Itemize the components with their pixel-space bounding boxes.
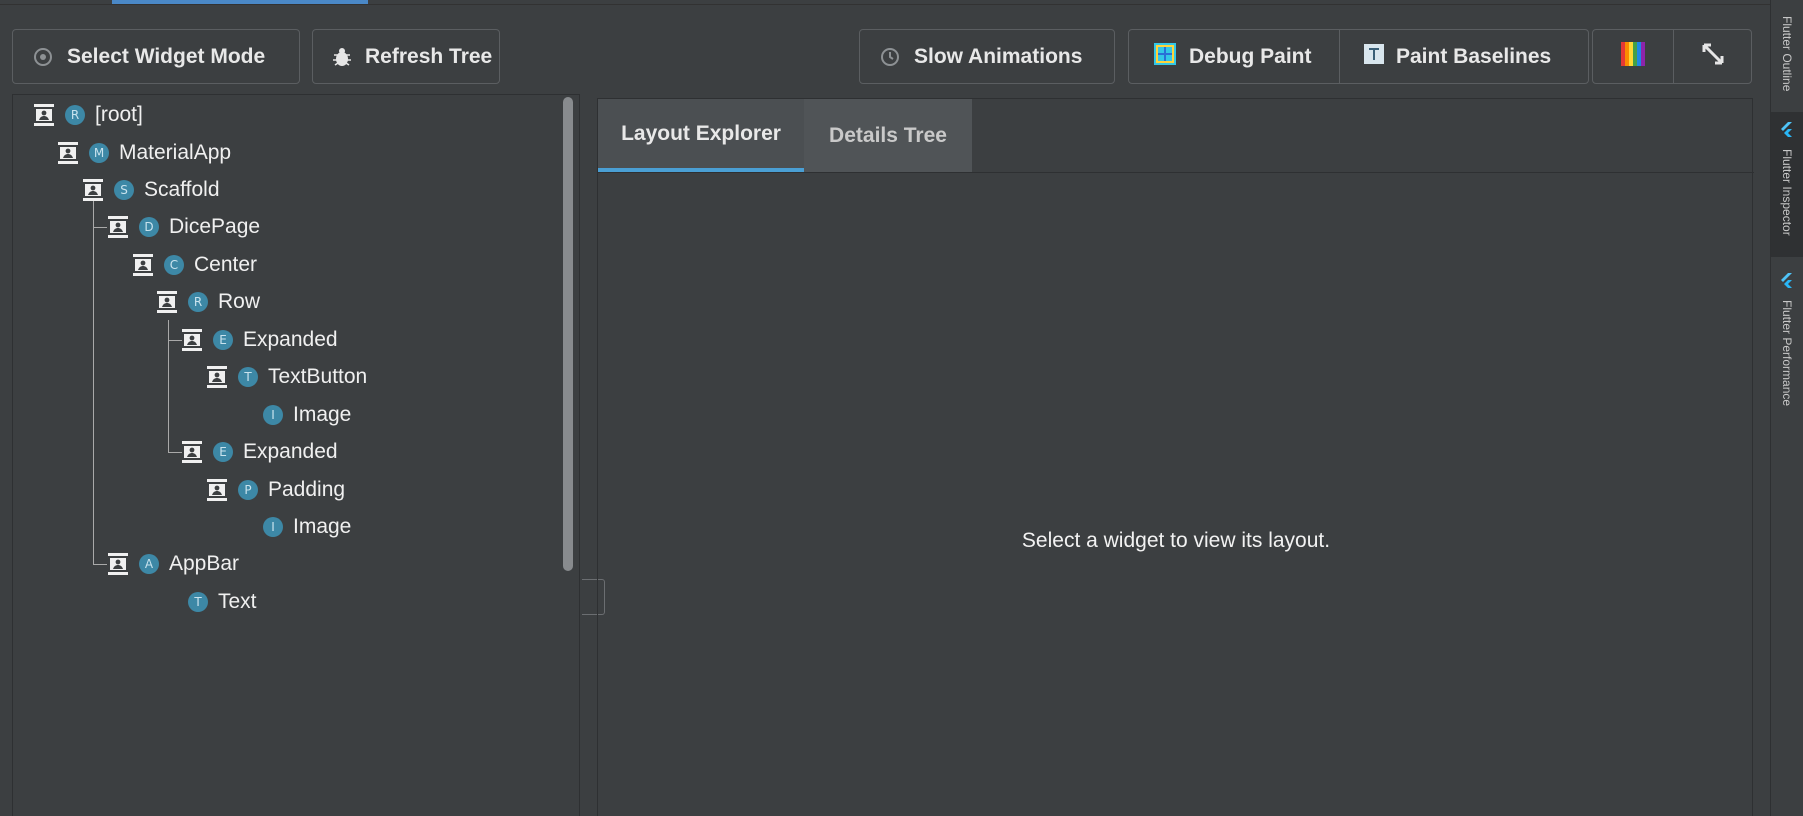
select-widget-mode-button[interactable]: Select Widget Mode — [12, 29, 300, 84]
tree-connector — [168, 340, 182, 341]
widget-type-badge: S — [114, 180, 134, 200]
widget-icon — [82, 178, 104, 202]
flutter-icon — [1780, 273, 1794, 294]
details-tab-bar: Layout Explorer Details Tree — [598, 99, 1754, 173]
tree-node[interactable]: R Row — [156, 287, 260, 317]
widget-type-badge: E — [213, 442, 233, 462]
panel-splitter[interactable] — [581, 94, 605, 816]
slow-animations-label: Slow Animations — [914, 44, 1083, 68]
side-tab-flutter-outline[interactable]: Flutter Outline — [1771, 10, 1803, 91]
refresh-tree-button[interactable]: Refresh Tree — [312, 29, 500, 84]
widget-icon — [107, 215, 129, 239]
tree-node[interactable]: T Text — [188, 587, 257, 617]
tree-node[interactable]: E Expanded — [181, 437, 338, 467]
tree-node[interactable]: S Scaffold — [82, 175, 220, 205]
widget-icon — [181, 440, 203, 464]
side-tab-label: Flutter Performance — [1780, 300, 1794, 407]
tree-connector — [168, 452, 182, 453]
paint-toggle-group: Debug Paint Paint Baselines — [1128, 29, 1589, 84]
widget-icon — [156, 290, 178, 314]
tree-node[interactable]: E Expanded — [181, 325, 338, 355]
layout-empty-message: Select a widget to view its layout. — [1021, 529, 1331, 552]
tree-node-label: MaterialApp — [119, 141, 232, 164]
rainbow-icon — [1621, 41, 1645, 72]
widget-icon — [132, 253, 154, 277]
widget-type-badge: C — [164, 255, 184, 275]
widget-icon — [181, 328, 203, 352]
tool-window-strip: Flutter Outline Flutter Inspector Flutte… — [1770, 0, 1803, 816]
flutter-icon — [1780, 122, 1794, 143]
tree-node-label: Text — [218, 590, 257, 613]
resize-arrows-icon — [1700, 41, 1726, 73]
tree-connector — [93, 200, 94, 564]
widget-icon — [57, 141, 79, 165]
crosshair-icon — [31, 45, 55, 69]
tree-node-label: [root] — [95, 103, 143, 126]
repaint-rainbow-button[interactable] — [1593, 30, 1673, 83]
paint-baselines-button[interactable]: Paint Baselines — [1339, 30, 1588, 83]
tree-connector — [93, 564, 107, 565]
widget-type-badge: I — [263, 405, 283, 425]
tree-node-label: Image — [293, 515, 352, 538]
widget-icon — [206, 365, 228, 389]
tree-node-label: Scaffold — [144, 178, 220, 201]
tree-node[interactable]: I Image — [263, 400, 351, 430]
tree-node-label: Expanded — [243, 440, 338, 463]
slow-animations-button[interactable]: Slow Animations — [859, 29, 1115, 84]
tree-node[interactable]: C Center — [132, 250, 257, 280]
clock-icon — [878, 45, 902, 69]
widget-type-badge: T — [238, 367, 258, 387]
tree-node-label: Row — [218, 290, 261, 313]
refresh-tree-label: Refresh Tree — [365, 44, 493, 68]
tree-node[interactable]: I Image — [263, 512, 351, 542]
tree-node[interactable]: R [root] — [33, 100, 143, 130]
widget-icon — [33, 103, 55, 127]
widget-type-badge: R — [188, 292, 208, 312]
tree-node-label: DicePage — [169, 215, 261, 238]
paint-baselines-label: Paint Baselines — [1396, 44, 1552, 68]
tree-node-label: Expanded — [243, 328, 338, 351]
widget-type-badge: M — [89, 143, 109, 163]
debug-paint-button[interactable]: Debug Paint — [1129, 30, 1339, 83]
tree-node[interactable]: D DicePage — [107, 212, 260, 242]
tab-label: Layout Explorer — [621, 121, 781, 145]
widget-icon — [107, 552, 129, 576]
widget-type-badge: D — [139, 217, 159, 237]
active-editor-indicator — [112, 0, 368, 4]
widget-type-badge: P — [238, 480, 258, 500]
select-widget-mode-label: Select Widget Mode — [67, 44, 266, 68]
widget-icon — [206, 478, 228, 502]
tree-node[interactable]: A AppBar — [107, 549, 239, 579]
extra-toggle-group — [1592, 29, 1752, 84]
text-baseline-icon — [1364, 43, 1384, 70]
invert-oversized-images-button[interactable] — [1673, 30, 1751, 83]
debug-paint-label: Debug Paint — [1189, 44, 1312, 68]
widget-type-badge: T — [188, 592, 208, 612]
tree-node[interactable]: T TextButton — [206, 362, 367, 392]
side-tab-flutter-inspector[interactable]: Flutter Inspector — [1771, 112, 1803, 257]
tree-node-label: TextButton — [268, 365, 368, 388]
tree-node[interactable]: M MaterialApp — [57, 138, 231, 168]
tree-node-label: Image — [293, 403, 352, 426]
tree-node[interactable]: P Padding — [206, 475, 345, 505]
widget-type-badge: E — [213, 330, 233, 350]
tab-layout-explorer[interactable]: Layout Explorer — [598, 99, 804, 172]
widget-type-badge: A — [139, 554, 159, 574]
debug-paint-icon — [1153, 42, 1177, 72]
bug-icon — [331, 45, 353, 69]
tree-node-label: Padding — [268, 478, 346, 501]
side-tab-label: Flutter Outline — [1780, 16, 1794, 92]
tree-node-label: AppBar — [169, 552, 240, 575]
tree-connector — [93, 227, 107, 228]
tab-label: Details Tree — [829, 123, 947, 147]
tab-details-tree[interactable]: Details Tree — [804, 99, 972, 172]
widget-type-badge: I — [263, 517, 283, 537]
details-panel: Layout Explorer Details Tree Select a wi… — [597, 98, 1754, 816]
tree-node-label: Center — [194, 253, 258, 276]
side-tab-flutter-performance[interactable]: Flutter Performance — [1771, 273, 1803, 406]
top-edge — [0, 0, 1770, 5]
widget-type-badge: R — [65, 105, 85, 125]
side-tab-label: Flutter Inspector — [1780, 149, 1794, 236]
tree-scrollbar[interactable] — [563, 97, 573, 571]
